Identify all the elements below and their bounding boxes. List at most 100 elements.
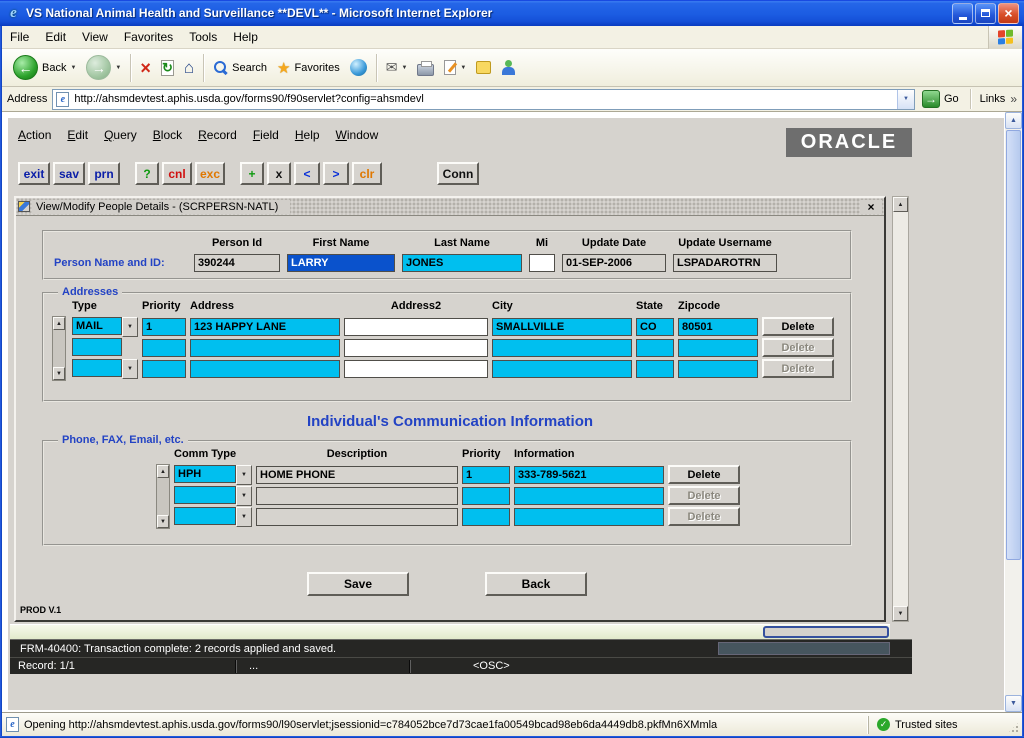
mdi-close-button[interactable]: × — [860, 200, 882, 214]
mi-field[interactable] — [529, 254, 555, 272]
scroll-down-icon[interactable]: ▼ — [53, 367, 65, 380]
information-field[interactable]: 333-789-5621 — [514, 466, 664, 484]
address-field[interactable]: 123 HAPPY LANE — [190, 318, 340, 336]
forms-menu-query[interactable]: Query — [104, 128, 137, 142]
type-field[interactable] — [72, 359, 122, 377]
forward-button[interactable]: → ▼ — [81, 52, 126, 83]
comm-type-dropdown-icon[interactable]: ▼ — [236, 507, 252, 527]
notes-button[interactable] — [471, 58, 496, 77]
state-field[interactable] — [636, 339, 674, 357]
scroll-down-icon[interactable]: ▼ — [1005, 695, 1022, 712]
state-field[interactable]: CO — [636, 318, 674, 336]
scroll-up-icon[interactable]: ▲ — [893, 197, 908, 212]
state-field[interactable] — [636, 360, 674, 378]
favorites-button[interactable]: ★ Favorites — [272, 56, 345, 80]
mdi-title-bar[interactable]: View/Modify People Details - (SCRPERSN-N… — [16, 198, 884, 216]
browser-vertical-scrollbar[interactable]: ▲ ▼ — [1005, 112, 1022, 712]
previous-record-button[interactable]: < — [294, 162, 320, 185]
search-button[interactable]: Search — [208, 57, 272, 78]
comm-priority-field[interactable] — [462, 487, 510, 505]
menu-edit[interactable]: Edit — [37, 27, 74, 47]
menu-help[interactable]: Help — [225, 27, 266, 47]
back-button-form[interactable]: Back — [485, 572, 587, 596]
menu-favorites[interactable]: Favorites — [116, 27, 181, 47]
help-toolbar-button[interactable]: ? — [135, 162, 159, 185]
city-field[interactable] — [492, 339, 632, 357]
stop-button[interactable]: × — [135, 56, 156, 80]
edit-dropdown-icon[interactable]: ▼ — [460, 65, 466, 71]
forms-menu-record[interactable]: Record — [198, 128, 237, 142]
information-field[interactable] — [514, 487, 664, 505]
zipcode-field[interactable] — [678, 360, 758, 378]
comm-priority-field[interactable] — [462, 508, 510, 526]
exit-button[interactable]: exit — [18, 162, 50, 185]
comm-type-field[interactable] — [174, 507, 236, 525]
scrollbar-thumb[interactable] — [1006, 130, 1021, 560]
back-dropdown-icon[interactable]: ▼ — [70, 65, 76, 71]
forms-menu-field[interactable]: Field — [253, 128, 279, 142]
menu-tools[interactable]: Tools — [181, 27, 225, 47]
scroll-down-icon[interactable]: ▼ — [893, 606, 908, 621]
zipcode-field[interactable]: 80501 — [678, 318, 758, 336]
remove-record-button[interactable]: x — [267, 162, 291, 185]
back-button[interactable]: ← Back ▼ — [8, 52, 81, 83]
home-button[interactable]: ⌂ — [179, 56, 199, 79]
forward-dropdown-icon[interactable]: ▼ — [115, 65, 121, 71]
scroll-down-icon[interactable]: ▼ — [157, 515, 169, 528]
communication-scrollbar[interactable]: ▲ ▼ — [156, 464, 170, 529]
last-name-field[interactable]: JONES — [402, 254, 522, 272]
insert-record-button[interactable]: + — [240, 162, 264, 185]
priority-field[interactable] — [142, 339, 186, 357]
priority-field[interactable]: 1 — [142, 318, 186, 336]
close-button[interactable]: × — [998, 3, 1019, 24]
refresh-button[interactable]: ↻ — [156, 57, 179, 79]
person-id-field[interactable]: 390244 — [194, 254, 280, 272]
comm-type-field[interactable] — [174, 486, 236, 504]
edit-button[interactable]: ▼ — [439, 57, 471, 78]
menu-file[interactable]: File — [2, 27, 37, 47]
forms-menu-block[interactable]: Block — [153, 128, 182, 142]
comm-type-dropdown-icon[interactable]: ▼ — [236, 486, 252, 506]
delete-address-button[interactable]: Delete — [762, 317, 834, 336]
execute-toolbar-button[interactable]: exc — [195, 162, 225, 185]
address2-field[interactable] — [344, 339, 488, 357]
type-field[interactable]: MAIL — [72, 317, 122, 335]
print-toolbar-button[interactable]: prn — [88, 162, 120, 185]
minimize-button[interactable] — [952, 3, 973, 24]
save-button[interactable]: Save — [307, 572, 409, 596]
forms-menu-window[interactable]: Window — [336, 128, 379, 142]
delete-comm-button[interactable]: Delete — [668, 465, 740, 484]
city-field[interactable] — [492, 360, 632, 378]
media-button[interactable] — [345, 56, 372, 79]
scroll-up-icon[interactable]: ▲ — [157, 465, 169, 478]
information-field[interactable] — [514, 508, 664, 526]
address-dropdown-icon[interactable]: ▼ — [897, 90, 914, 109]
zipcode-field[interactable] — [678, 339, 758, 357]
conn-button[interactable]: Conn — [437, 162, 479, 185]
type-dropdown-icon[interactable]: ▼ — [122, 317, 138, 337]
scroll-up-icon[interactable]: ▲ — [53, 317, 65, 330]
forms-menu-help[interactable]: Help — [295, 128, 320, 142]
address2-field[interactable] — [344, 360, 488, 378]
address-field[interactable] — [190, 339, 340, 357]
priority-field[interactable] — [142, 360, 186, 378]
print-button[interactable] — [412, 57, 439, 79]
type-dropdown-icon[interactable]: ▼ — [122, 359, 138, 379]
scroll-up-icon[interactable]: ▲ — [1005, 112, 1022, 129]
forms-menu-edit[interactable]: Edit — [67, 128, 88, 142]
forms-canvas-scrollbar[interactable]: ▲ ▼ — [892, 196, 909, 622]
messenger-button[interactable] — [496, 57, 522, 79]
city-field[interactable]: SMALLVILLE — [492, 318, 632, 336]
next-record-button[interactable]: > — [323, 162, 349, 185]
mail-button[interactable]: ✉ ▼ — [381, 56, 413, 79]
comm-type-field[interactable]: HPH — [174, 465, 236, 483]
comm-priority-field[interactable]: 1 — [462, 466, 510, 484]
menu-view[interactable]: View — [74, 27, 116, 47]
address-input[interactable] — [72, 93, 897, 105]
mail-dropdown-icon[interactable]: ▼ — [401, 65, 407, 71]
address-field[interactable] — [190, 360, 340, 378]
clear-toolbar-button[interactable]: clr — [352, 162, 382, 185]
addresses-scrollbar[interactable]: ▲ ▼ — [52, 316, 66, 381]
first-name-field[interactable]: LARRY — [287, 254, 395, 272]
links-chevron-icon[interactable]: » — [1010, 92, 1017, 106]
